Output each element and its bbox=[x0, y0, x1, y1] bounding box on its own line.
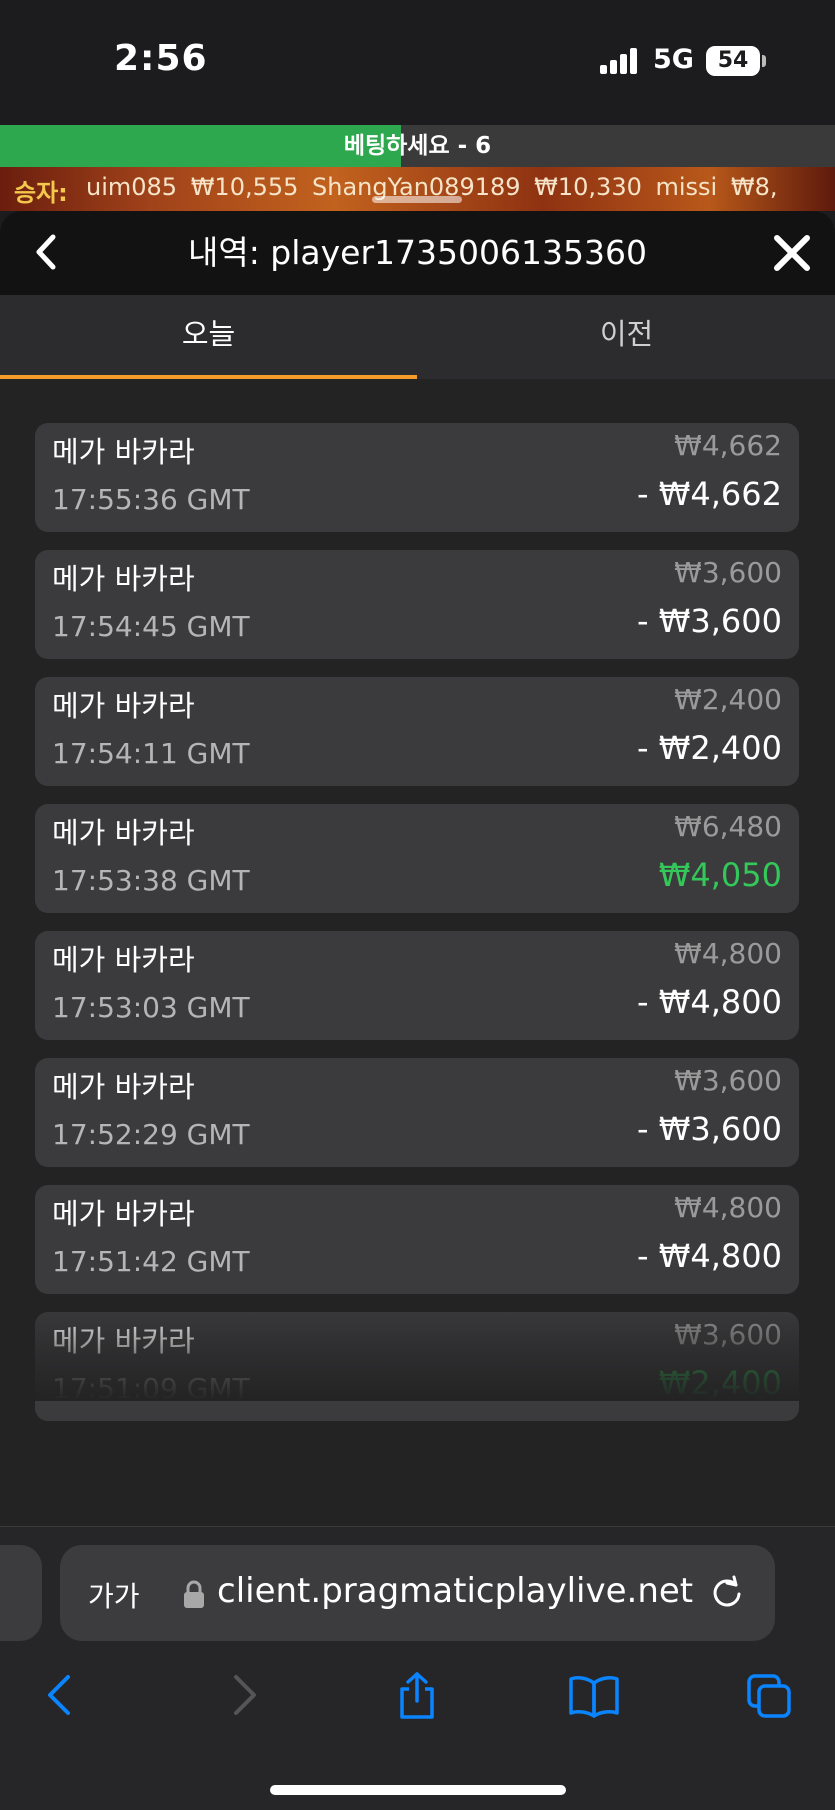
share-icon[interactable] bbox=[394, 1671, 440, 1719]
betting-timer-bar: 베팅하세요 - 6 bbox=[0, 125, 835, 167]
text-size-button[interactable]: 가가 bbox=[88, 1575, 140, 1615]
url-text: client.pragmaticplaylive.net bbox=[217, 1571, 694, 1611]
history-row[interactable]: 메가 바카라 17:55:36 GMT ₩4,662 - ₩4,662 bbox=[35, 423, 799, 532]
result-amount: - ₩3,600 bbox=[637, 1110, 782, 1148]
history-title: 내역: player1735006135360 bbox=[187, 233, 647, 272]
round-time: 17:52:29 GMT bbox=[52, 1118, 250, 1151]
battery-icon: 54 bbox=[706, 46, 760, 76]
round-time: 17:54:11 GMT bbox=[52, 737, 250, 770]
history-sheet: 내역: player1735006135360 오늘 이전 메가 바카라 17:5… bbox=[0, 211, 835, 1526]
game-name: 메가 바카라 bbox=[52, 943, 195, 977]
game-name: 메가 바카라 bbox=[52, 816, 195, 850]
result-amount: ₩4,050 bbox=[658, 856, 782, 894]
history-row[interactable]: 메가 바카라 17:52:29 GMT ₩3,600 - ₩3,600 bbox=[35, 1058, 799, 1167]
bet-amount: ₩4,800 bbox=[674, 1191, 782, 1224]
history-tabs: 오늘 이전 bbox=[0, 295, 835, 379]
tab-today-label: 오늘 bbox=[181, 317, 236, 351]
round-time: 17:51:09 GMT bbox=[52, 1372, 250, 1405]
bet-amount: ₩4,800 bbox=[674, 937, 782, 970]
round-time: 17:53:38 GMT bbox=[52, 864, 250, 897]
tab-previous[interactable]: 이전 bbox=[418, 295, 835, 379]
previous-tab-peek[interactable] bbox=[0, 1545, 42, 1641]
back-chevron-icon[interactable] bbox=[22, 227, 72, 277]
home-indicator bbox=[270, 1785, 566, 1795]
sheet-drag-handle[interactable] bbox=[372, 196, 462, 203]
bet-amount: ₩4,662 bbox=[674, 429, 782, 462]
result-amount: - ₩4,800 bbox=[637, 1237, 782, 1275]
bookmarks-icon[interactable] bbox=[568, 1671, 620, 1719]
round-time: 17:55:36 GMT bbox=[52, 483, 250, 516]
bet-amount: ₩6,480 bbox=[674, 810, 782, 843]
close-icon[interactable] bbox=[766, 227, 818, 279]
history-row[interactable]: 메가 바카라 17:53:38 GMT ₩6,480 ₩4,050 bbox=[35, 804, 799, 913]
history-row[interactable]: 메가 바카라 17:54:11 GMT ₩2,400 - ₩2,400 bbox=[35, 677, 799, 786]
result-amount: ₩2,400 bbox=[658, 1364, 782, 1402]
result-amount: - ₩2,400 bbox=[637, 729, 782, 767]
battery-nub bbox=[762, 55, 766, 67]
tab-today[interactable]: 오늘 bbox=[0, 295, 417, 379]
forward-arrow-icon[interactable] bbox=[220, 1671, 266, 1719]
result-amount: - ₩4,662 bbox=[637, 475, 782, 513]
tabs-icon[interactable] bbox=[746, 1671, 792, 1719]
game-name: 메가 바카라 bbox=[52, 689, 195, 723]
round-time: 17:53:03 GMT bbox=[52, 991, 250, 1024]
status-bar: 2:56 5G 54 bbox=[0, 0, 835, 125]
bet-prompt: 베팅하세요 - 6 bbox=[343, 133, 492, 159]
lock-icon bbox=[184, 1580, 204, 1608]
game-name: 메가 바카라 bbox=[52, 435, 195, 469]
bet-amount: ₩2,400 bbox=[674, 683, 782, 716]
tab-previous-label: 이전 bbox=[599, 317, 654, 351]
game-name: 메가 바카라 bbox=[52, 562, 195, 596]
history-row[interactable]: 메가 바카라 17:51:42 GMT ₩4,800 - ₩4,800 bbox=[35, 1185, 799, 1294]
bet-amount: ₩3,600 bbox=[674, 1064, 782, 1097]
history-row[interactable]: 메가 바카라 17:54:45 GMT ₩3,600 - ₩3,600 bbox=[35, 550, 799, 659]
browser-chrome: 가가 client.pragmaticplaylive.net bbox=[0, 1526, 835, 1810]
history-row[interactable]: 메가 바카라 17:51:09 GMT ₩3,600 ₩2,400 bbox=[35, 1312, 799, 1421]
network-type: 5G bbox=[653, 44, 694, 75]
back-arrow-icon[interactable] bbox=[38, 1671, 84, 1719]
cellular-signal-icon bbox=[600, 48, 640, 74]
round-time: 17:54:45 GMT bbox=[52, 610, 250, 643]
round-time: 17:51:42 GMT bbox=[52, 1245, 250, 1278]
status-time: 2:56 bbox=[114, 38, 208, 79]
address-bar[interactable]: 가가 client.pragmaticplaylive.net bbox=[60, 1545, 775, 1641]
history-header: 내역: player1735006135360 bbox=[0, 211, 835, 295]
winners-label: 승자: bbox=[14, 179, 68, 207]
result-amount: - ₩4,800 bbox=[637, 983, 782, 1021]
game-name: 메가 바카라 bbox=[52, 1197, 195, 1231]
winners-ticker: 승자: uim085 ₩10,555 ShangYan089189 ₩10,33… bbox=[0, 167, 835, 211]
bet-amount: ₩3,600 bbox=[674, 1318, 782, 1351]
game-name: 메가 바카라 bbox=[52, 1070, 195, 1104]
bet-amount: ₩3,600 bbox=[674, 556, 782, 589]
history-row[interactable]: 메가 바카라 17:53:03 GMT ₩4,800 - ₩4,800 bbox=[35, 931, 799, 1040]
result-amount: - ₩3,600 bbox=[637, 602, 782, 640]
history-list: 메가 바카라 17:55:36 GMT ₩4,662 - ₩4,662 메가 바카라 17… bbox=[0, 379, 835, 1421]
game-name: 메가 바카라 bbox=[52, 1324, 195, 1358]
reload-icon[interactable] bbox=[708, 1575, 746, 1613]
